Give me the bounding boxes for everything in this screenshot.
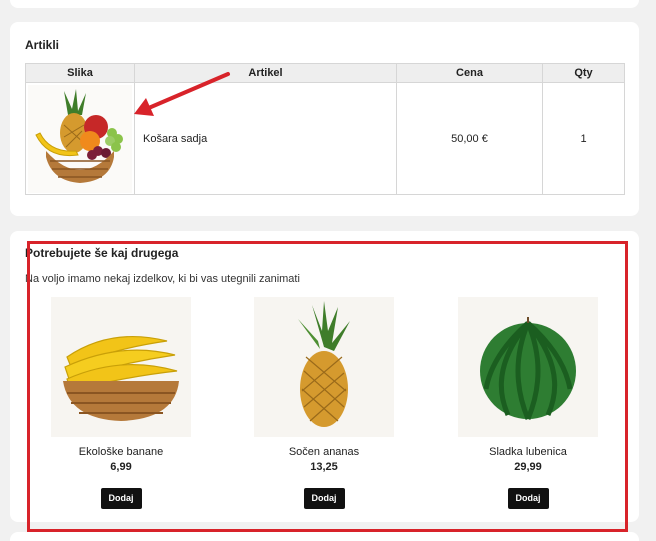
item-name-cell: Košara sadja [134,82,397,195]
product-name: Sladka lubenica [489,446,567,458]
previous-section-card [10,0,639,8]
upsell-section-title: Potrebujete še kaj drugega [25,246,179,260]
product-card: Ekološke banane 6,99 Dodaj [51,297,191,509]
add-watermelon-button[interactable]: Dodaj [507,488,549,509]
column-header-price: Cena [396,63,543,83]
product-name: Ekološke banane [78,446,164,458]
upsell-subtitle: Na voljo imamo nekaj izdelkov, ki bi vas… [25,273,300,285]
product-price: 6,99 [110,461,132,473]
pineapple-image [254,297,394,437]
add-pineapple-button[interactable]: Dodaj [303,488,345,509]
product-card: Sočen ananas 13,25 Dodaj [254,297,394,509]
table-row: Košara sadja 50,00 € 1 [25,82,625,195]
product-name: Sočen ananas [288,446,360,458]
fruit-basket-image [28,84,132,193]
items-table: Slika Artikel Cena Qty Košara sadja 50,0… [25,63,625,195]
add-banana-button[interactable]: Dodaj [100,488,142,509]
next-section-card [10,532,639,541]
product-price: 13,25 [310,461,338,473]
items-table-header: Slika Artikel Cena Qty [25,63,625,83]
items-section-title: Artikli [25,38,60,52]
watermelon-image [458,297,598,437]
column-header-qty: Qty [542,63,625,83]
banana-basket-image [51,297,191,437]
item-image-cell [25,82,135,195]
product-price: 29,99 [514,461,542,473]
item-price-cell: 50,00 € [396,82,543,195]
product-card: Sladka lubenica 29,99 Dodaj [458,297,598,509]
column-header-image: Slika [25,63,135,83]
item-qty-cell: 1 [542,82,625,195]
column-header-item: Artikel [134,63,397,83]
